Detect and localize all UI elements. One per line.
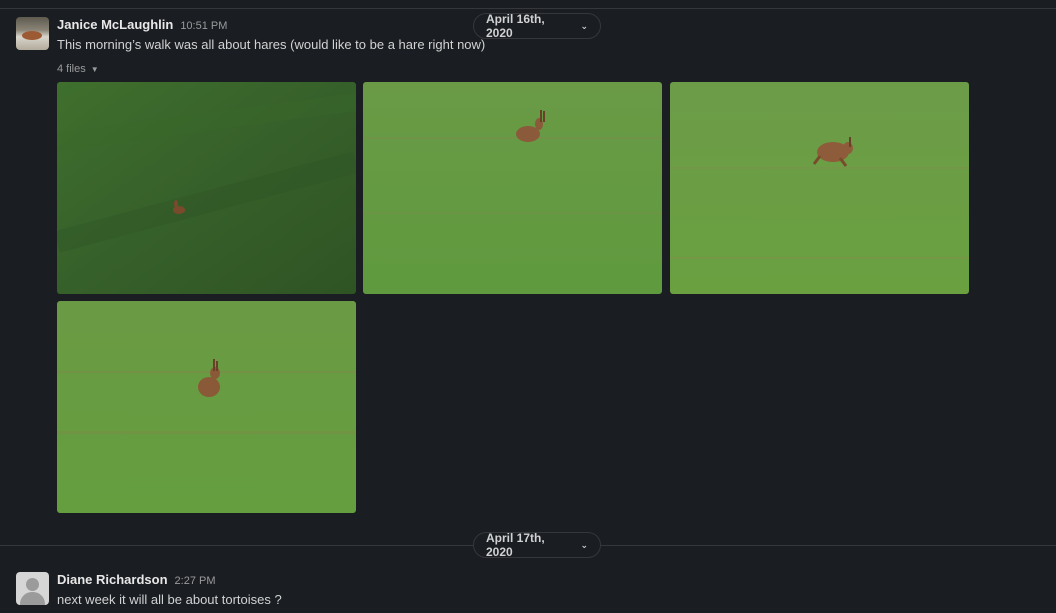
hare-photo-icon — [57, 82, 356, 294]
sender-name[interactable]: Diane Richardson — [57, 572, 168, 587]
default-avatar-icon — [26, 578, 39, 591]
avatar[interactable] — [16, 17, 49, 50]
files-toggle[interactable]: 4 files ▼ — [57, 63, 99, 75]
chevron-down-icon: ⌄ — [580, 539, 588, 550]
date-divider-button-1[interactable]: April 16th, 2020 ⌄ — [473, 12, 601, 40]
hare-photo-icon — [363, 82, 662, 294]
caret-down-icon: ▼ — [90, 64, 99, 74]
channel-message-pane: April 16th, 2020 ⌄ Janice McLaughlin 10:… — [0, 0, 1056, 613]
message-timestamp[interactable]: 2:27 PM — [175, 575, 216, 587]
date-divider-button-2[interactable]: April 17th, 2020 ⌄ — [473, 531, 601, 559]
hare-photo-icon — [670, 82, 969, 294]
message-header: Diane Richardson 2:27 PM — [57, 572, 216, 587]
image-attachment-3[interactable] — [670, 82, 969, 294]
message-text: This morning’s walk was all about hares … — [57, 37, 486, 52]
image-attachment-4[interactable] — [57, 301, 356, 513]
message-text: next week it will all be about tortoises… — [57, 592, 282, 607]
date-label: April 16th, 2020 — [486, 12, 545, 40]
image-attachment-1[interactable] — [57, 82, 356, 294]
image-attachment-2[interactable] — [363, 82, 662, 294]
message-header: Janice McLaughlin 10:51 PM — [57, 17, 227, 32]
sender-name[interactable]: Janice McLaughlin — [57, 17, 173, 32]
avatar[interactable] — [16, 572, 49, 605]
top-divider — [0, 8, 1056, 9]
avatar-image — [22, 31, 42, 40]
hare-photo-icon — [57, 301, 356, 513]
date-label: April 17th, 2020 — [486, 531, 545, 559]
chevron-down-icon: ⌄ — [580, 20, 588, 31]
message-timestamp[interactable]: 10:51 PM — [180, 20, 227, 32]
files-count-label: 4 files — [57, 63, 86, 75]
